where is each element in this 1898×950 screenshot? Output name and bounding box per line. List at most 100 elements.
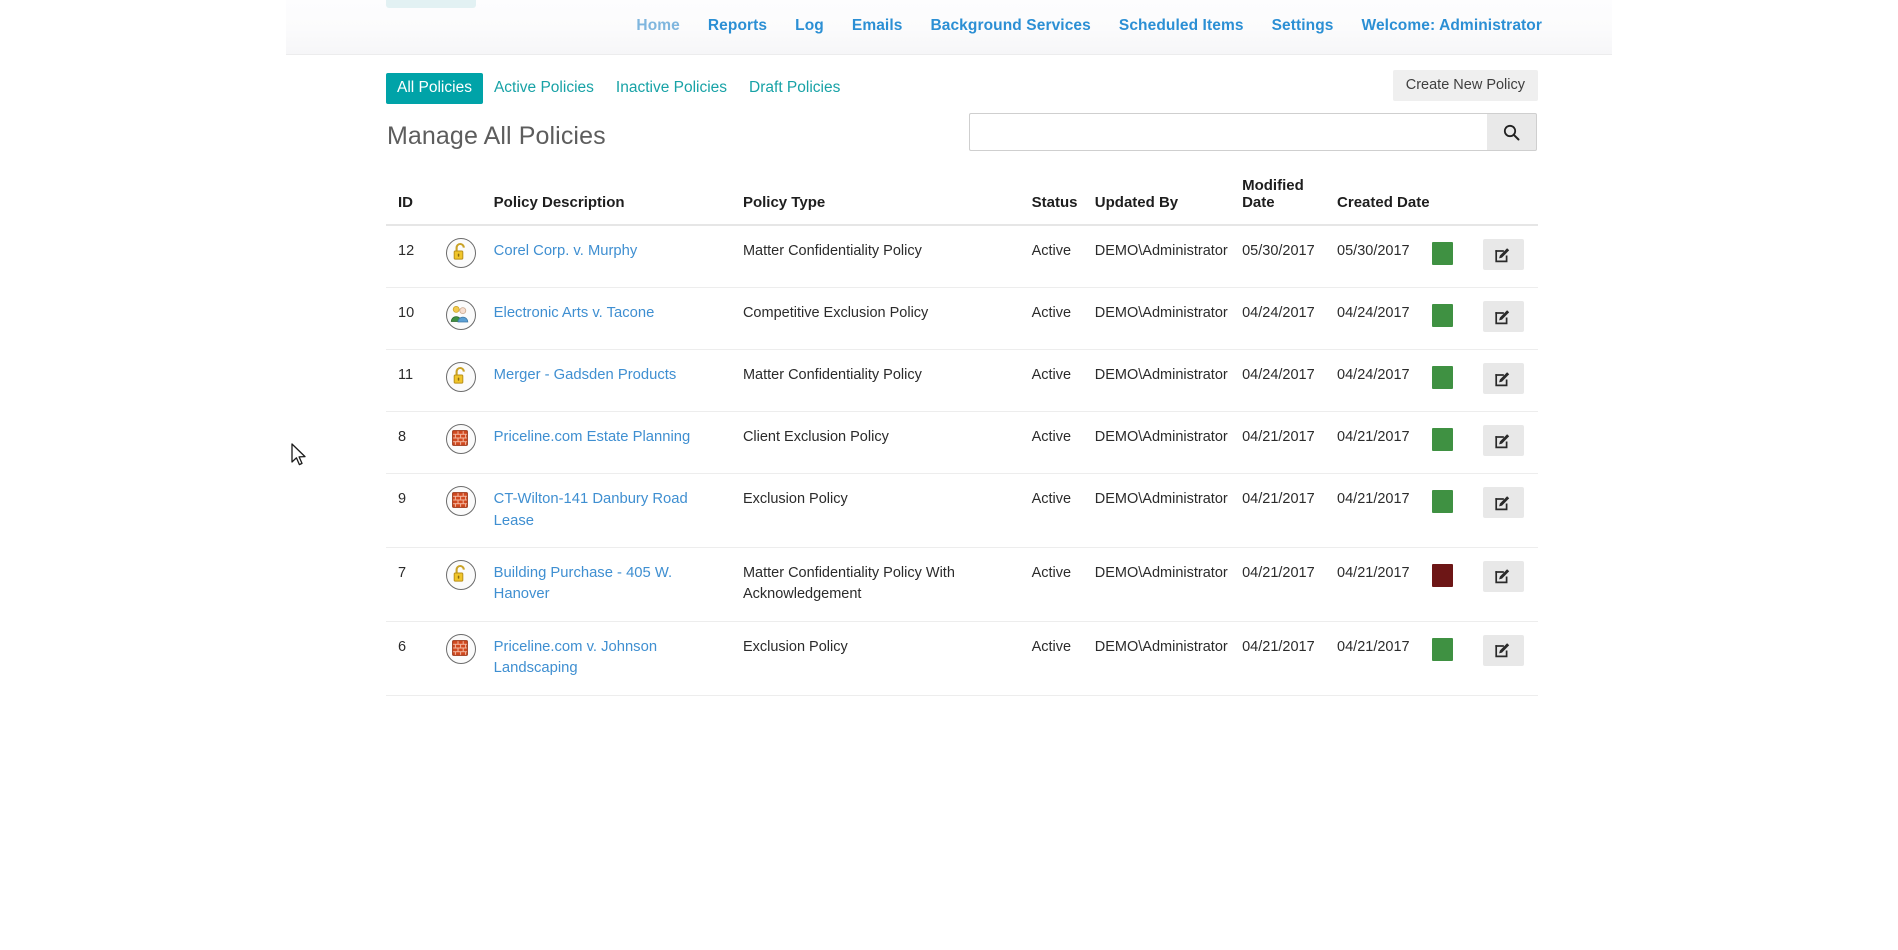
unlocked-padlock-icon [446, 362, 477, 393]
cell-id: 6 [386, 621, 447, 696]
status-badge [1431, 242, 1453, 265]
edit-icon [1494, 370, 1512, 388]
page-title: Manage All Policies [387, 122, 606, 150]
cell-policy-type: Matter Confidentiality Policy [742, 225, 1032, 289]
table-row: 10 Electronic Arts v. Tacone Competitive E… [386, 287, 1538, 351]
top-header-bar: Home Reports Log Emails Background Services S… [286, 0, 1612, 55]
edit-icon [1494, 308, 1512, 326]
policy-description-link[interactable]: Corel Corp. v. Murphy [494, 243, 638, 259]
policy-description-link[interactable]: CT-Wilton-141 Danbury Road Lease [494, 491, 688, 528]
cell-actions [1482, 225, 1538, 289]
column-header-created-date[interactable]: Created Date [1337, 177, 1432, 226]
policies-table-head: ID Policy Description Policy Type Status… [386, 177, 1538, 226]
policies-table: ID Policy Description Policy Type Status… [386, 177, 1538, 696]
tab-all-policies[interactable]: All Policies [386, 73, 483, 104]
nav-link-settings[interactable]: Settings [1258, 17, 1348, 35]
cell-policy-type: Matter Confidentiality Policy With Ackno… [742, 547, 1032, 622]
cell-status: Active [1031, 225, 1095, 289]
nav-link-background-services[interactable]: Background Services [916, 17, 1104, 35]
cell-modified-date: 04/21/2017 [1242, 621, 1338, 696]
tab-inactive-policies[interactable]: Inactive Policies [605, 73, 738, 104]
nav-link-emails[interactable]: Emails [838, 17, 917, 35]
policy-description-link[interactable]: Priceline.com v. Johnson Landscaping [494, 639, 657, 676]
cell-created-date: 04/21/2017 [1337, 411, 1432, 475]
cell-created-date: 04/21/2017 [1337, 547, 1432, 622]
edit-policy-button[interactable] [1482, 560, 1524, 592]
cell-description: Priceline.com Estate Planning [493, 411, 743, 475]
mouse-cursor [291, 443, 309, 469]
cell-updated-by: DEMO\Administrator [1094, 473, 1243, 548]
cell-updated-by: DEMO\Administrator [1094, 547, 1243, 622]
table-row: 9 CT-Wilton-141 Danbury Road Lease Exclusi… [386, 473, 1538, 548]
cell-updated-by: DEMO\Administrator [1094, 225, 1243, 289]
cell-status-flag [1431, 621, 1483, 696]
cell-modified-date: 05/30/2017 [1242, 225, 1338, 289]
nav-link-home[interactable]: Home [622, 17, 693, 35]
search-icon [1503, 124, 1520, 141]
status-badge [1431, 563, 1453, 587]
edit-policy-button[interactable] [1482, 301, 1524, 333]
cell-modified-date: 04/24/2017 [1242, 349, 1338, 413]
cell-policy-icon [446, 411, 494, 475]
tab-active-policies[interactable]: Active Policies [483, 73, 605, 104]
edit-policy-button[interactable] [1482, 425, 1524, 457]
cell-status: Active [1031, 287, 1095, 351]
column-header-description[interactable]: Policy Description [493, 177, 743, 226]
status-badge [1431, 637, 1453, 661]
policy-description-link[interactable]: Electronic Arts v. Tacone [494, 305, 655, 321]
nav-link-log[interactable]: Log [781, 17, 838, 35]
column-header-updated-by[interactable]: Updated By [1094, 177, 1243, 226]
cell-policy-icon [446, 349, 494, 413]
cell-modified-date: 04/21/2017 [1242, 473, 1338, 548]
cell-updated-by: DEMO\Administrator [1094, 411, 1243, 475]
cell-actions [1482, 411, 1538, 475]
cell-description: Electronic Arts v. Tacone [493, 287, 743, 351]
search-bar [969, 113, 1537, 151]
cell-updated-by: DEMO\Administrator [1094, 349, 1243, 413]
cell-modified-date: 04/21/2017 [1242, 547, 1338, 622]
cell-actions [1482, 473, 1538, 548]
policy-description-link[interactable]: Building Purchase - 405 W. Hanover [494, 565, 672, 602]
title-search-row: Manage All Policies [386, 113, 1538, 175]
edit-policy-button[interactable] [1482, 239, 1524, 270]
column-header-type[interactable]: Policy Type [742, 177, 1032, 226]
cell-actions [1482, 547, 1538, 622]
policy-description-link[interactable]: Priceline.com Estate Planning [494, 429, 691, 445]
cell-updated-by: DEMO\Administrator [1094, 287, 1243, 351]
tab-draft-policies[interactable]: Draft Policies [738, 73, 851, 104]
cell-policy-type: Matter Confidentiality Policy [742, 349, 1032, 413]
policy-tabs-row: All Policies Active Policies Inactive Poli… [386, 55, 1538, 107]
create-new-policy-button[interactable]: Create New Policy [1392, 70, 1538, 101]
table-row: 12 Corel Corp. v. Murphy Matter Confidenti… [386, 225, 1538, 289]
column-header-status[interactable]: Status [1031, 177, 1095, 226]
policy-description-link[interactable]: Merger - Gadsden Products [494, 367, 677, 383]
cell-status: Active [1031, 473, 1095, 548]
unlocked-padlock-icon [446, 238, 477, 268]
cell-policy-type: Exclusion Policy [742, 621, 1032, 696]
edit-icon [1494, 567, 1512, 585]
nav-link-welcome-administrator[interactable]: Welcome: Administrator [1348, 17, 1556, 35]
cell-updated-by: DEMO\Administrator [1094, 621, 1243, 696]
column-header-id[interactable]: ID [386, 177, 447, 226]
cell-id: 8 [386, 411, 447, 475]
cell-id: 12 [386, 225, 447, 289]
cell-status: Active [1031, 621, 1095, 696]
search-button[interactable] [1487, 113, 1537, 151]
edit-policy-button[interactable] [1482, 363, 1524, 395]
people-group-icon [446, 300, 477, 331]
app-page: Home Reports Log Emails Background Services S… [0, 0, 1898, 950]
search-input[interactable] [969, 113, 1487, 151]
status-badge [1431, 428, 1453, 452]
brick-wall-icon [446, 633, 477, 664]
nav-link-reports[interactable]: Reports [694, 17, 781, 35]
column-header-modified-date[interactable]: Modified Date [1242, 177, 1338, 226]
content-area: All Policies Active Policies Inactive Poli… [386, 55, 1538, 696]
edit-policy-button[interactable] [1482, 487, 1524, 519]
cell-policy-icon [446, 225, 494, 289]
nav-link-scheduled-items[interactable]: Scheduled Items [1105, 17, 1258, 35]
app-logo [386, 0, 476, 8]
edit-icon [1494, 641, 1512, 659]
edit-icon [1494, 494, 1512, 512]
edit-policy-button[interactable] [1482, 634, 1524, 666]
cell-created-date: 04/21/2017 [1337, 621, 1432, 696]
